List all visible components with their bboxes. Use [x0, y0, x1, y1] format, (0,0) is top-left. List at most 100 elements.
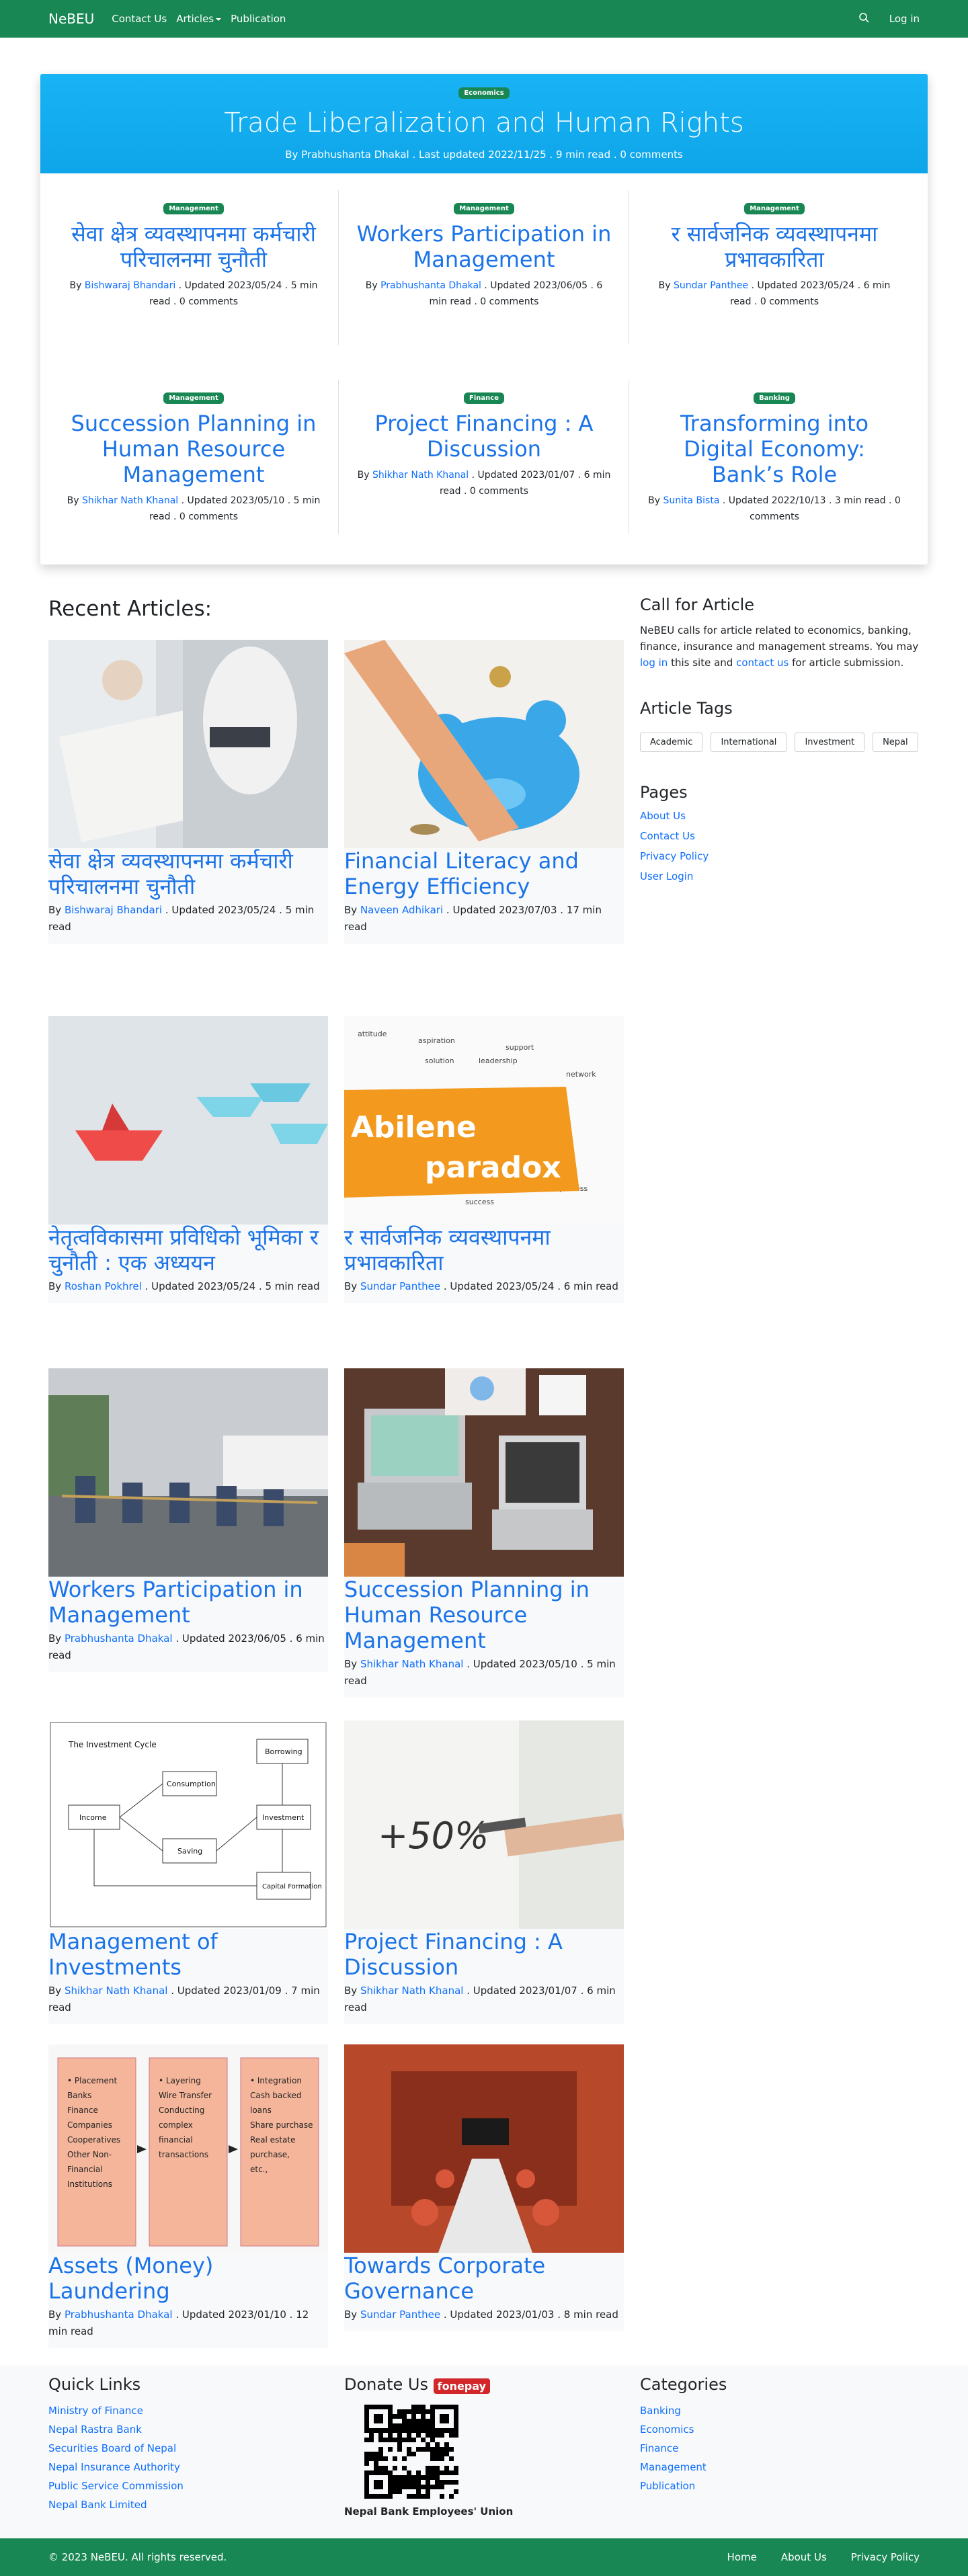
article-image-meeting-room[interactable] [344, 2044, 624, 2253]
bottom-home[interactable]: Home [727, 2551, 757, 2563]
page-contact[interactable]: Contact Us [640, 830, 920, 842]
author-link[interactable]: Prabhushanta Dhakal [65, 2309, 173, 2321]
category-badge[interactable]: Management [163, 203, 224, 214]
category-badge[interactable]: Economics [458, 87, 510, 99]
laundering-chart-text: Finance [67, 2106, 98, 2115]
page-about[interactable]: About Us [640, 810, 920, 822]
login-link[interactable]: Log in [889, 13, 920, 25]
author-link[interactable]: Shikhar Nath Khanal [65, 1985, 168, 1997]
quick-link[interactable]: Public Service Commission [48, 2480, 184, 2492]
author-link[interactable]: Sundar Panthee [360, 1280, 440, 1292]
article-image-abilene-paradox[interactable]: attitude aspiration support solution leaders… [344, 1016, 624, 1224]
bottom-about[interactable]: About Us [781, 2551, 827, 2563]
author-link[interactable]: Sundar Panthee [360, 2309, 440, 2321]
article-title[interactable]: र सार्वजनिक व्यवस्थापनमा प्रभावकारिता [344, 1224, 624, 1276]
category-link[interactable]: Finance [640, 2442, 727, 2454]
article-image-tug-of-war[interactable] [48, 1368, 328, 1577]
featured-title[interactable]: Transforming into Digital Economy: Bank’… [647, 411, 902, 487]
featured-card: Management सेवा क्षेत्र व्यवस्थापनमा कर्म… [48, 173, 339, 363]
login-inline-link[interactable]: log in [640, 657, 668, 669]
article-card[interactable]: Towards Corporate Governance By Sundar P… [344, 2044, 624, 2331]
featured-title[interactable]: Workers Participation in Management [356, 221, 612, 272]
tag-international[interactable]: International [711, 733, 787, 752]
nav-contact[interactable]: Contact Us [112, 13, 167, 25]
tag-academic[interactable]: Academic [640, 733, 703, 752]
laundering-chart-text: Banks [67, 2091, 91, 2100]
article-title[interactable]: नेतृत्वविकासमा प्रविधिको भूमिका र चुनौती… [48, 1224, 328, 1276]
article-title[interactable]: Succession Planning in Human Resource Ma… [344, 1577, 624, 1653]
article-image-laptops[interactable] [344, 1368, 624, 1577]
quick-link[interactable]: Ministry of Finance [48, 2405, 184, 2417]
article-title[interactable]: Management of Investments [48, 1929, 328, 1980]
category-badge[interactable]: Banking [754, 392, 795, 404]
hero-header: Economics Trade Liberalization and Human… [40, 74, 928, 173]
tag-nepal[interactable]: Nepal [873, 733, 918, 752]
article-title[interactable]: Towards Corporate Governance [344, 2253, 624, 2304]
category-badge[interactable]: Finance [464, 392, 504, 404]
quick-link[interactable]: Nepal Rastra Bank [48, 2423, 184, 2436]
donate-section: Donate Us fonepay Nepal Bank Employees' … [344, 2375, 513, 2518]
featured-title[interactable]: Succession Planning in Human Resource Ma… [66, 411, 321, 487]
featured-meta: By Bishwaraj Bhandari . Updated 2023/05/… [69, 280, 318, 307]
article-card[interactable]: • Placement Banks Finance Companies Coop… [48, 2044, 328, 2348]
hero-meta: By Prabhushanta Dhakal . Last updated 20… [285, 149, 683, 161]
author-link[interactable]: Prabhushanta Dhakal [380, 280, 481, 291]
article-card[interactable]: नेतृत्वविकासमा प्रविधिको भूमिका र चुनौती… [48, 1016, 328, 1303]
category-link[interactable]: Management [640, 2461, 727, 2473]
article-image-investment-cycle[interactable]: The Investment Cycle Borrowing Consumption… [48, 1720, 328, 1929]
brand-logo[interactable]: NeBEU [48, 11, 94, 27]
page-privacy[interactable]: Privacy Policy [640, 850, 920, 862]
article-title[interactable]: Financial Literacy and Energy Efficiency [344, 848, 624, 899]
article-title[interactable]: Workers Participation in Management [48, 1577, 328, 1628]
category-link[interactable]: Publication [640, 2480, 727, 2492]
featured-title[interactable]: र सार्वजनिक व्यवस्थापनमा प्रभावकारिता [647, 221, 902, 272]
featured-title[interactable]: सेवा क्षेत्र व्यवस्थापनमा कर्मचारी परिचा… [66, 221, 321, 272]
bottom-privacy[interactable]: Privacy Policy [851, 2551, 920, 2563]
author-link[interactable]: Prabhushanta Dhakal [65, 1632, 173, 1645]
author-link[interactable]: Sunita Bista [663, 495, 720, 506]
featured-cards: Management सेवा क्षेत्र व्यवस्थापनमा कर्म… [40, 173, 928, 552]
category-link[interactable]: Banking [640, 2405, 727, 2417]
quick-link[interactable]: Nepal Bank Limited [48, 2499, 184, 2511]
article-meta: By Prabhushanta Dhakal . Updated 2023/01… [48, 2309, 309, 2337]
article-card[interactable]: attitude aspiration support solution leaders… [344, 1016, 624, 1303]
tag-investment[interactable]: Investment [795, 733, 865, 752]
article-meta: By Naveen Adhikari . Updated 2023/07/03 … [344, 904, 602, 933]
article-title[interactable]: Assets (Money) Laundering [48, 2253, 328, 2304]
hero-title[interactable]: Trade Liberalization and Human Rights [40, 107, 928, 139]
quick-link[interactable]: Nepal Insurance Authority [48, 2461, 184, 2473]
search-icon[interactable] [858, 12, 869, 26]
category-badge[interactable]: Management [744, 203, 805, 214]
author-link[interactable]: Bishwaraj Bhandari [85, 280, 175, 291]
article-image-piggy-bank[interactable] [344, 640, 624, 848]
article-card[interactable]: सेवा क्षेत्र व्यवस्थापनमा कर्मचारी परिचा… [48, 640, 328, 944]
nav-articles-dropdown[interactable]: Articles [176, 13, 222, 25]
author-link[interactable]: Shikhar Nath Khanal [360, 1658, 464, 1670]
author-link[interactable]: Shikhar Nath Khanal [360, 1985, 464, 1997]
category-link[interactable]: Economics [640, 2423, 727, 2436]
author-link[interactable]: Bishwaraj Bhandari [65, 904, 162, 916]
author-link[interactable]: Roshan Pokhrel [65, 1280, 142, 1292]
article-image-whiteboard[interactable]: +50% [344, 1720, 624, 1929]
author-link[interactable]: Shikhar Nath Khanal [82, 495, 178, 506]
article-title[interactable]: Project Financing : A Discussion [344, 1929, 624, 1980]
category-badge[interactable]: Management [454, 203, 514, 214]
article-card[interactable]: Workers Participation in Management By P… [48, 1368, 328, 1672]
article-card[interactable]: The Investment Cycle Borrowing Consumption… [48, 1720, 328, 2024]
article-image-paperwork[interactable] [48, 640, 328, 848]
article-image-laundering-chart[interactable]: • Placement Banks Finance Companies Coop… [48, 2044, 328, 2253]
author-link[interactable]: Sundar Panthee [674, 280, 748, 291]
author-link[interactable]: Naveen Adhikari [360, 904, 443, 916]
featured-title[interactable]: Project Financing : A Discussion [356, 411, 612, 462]
article-card[interactable]: Succession Planning in Human Resource Ma… [344, 1368, 624, 1698]
author-link[interactable]: Shikhar Nath Khanal [372, 470, 469, 481]
article-card[interactable]: Financial Literacy and Energy Efficiency… [344, 640, 624, 944]
contact-inline-link[interactable]: contact us [736, 657, 789, 669]
nav-publication[interactable]: Publication [231, 13, 286, 25]
article-title[interactable]: सेवा क्षेत्र व्यवस्थापनमा कर्मचारी परिचा… [48, 848, 328, 899]
article-card[interactable]: +50% Project Financing : A Discussion By… [344, 1720, 624, 2024]
page-login[interactable]: User Login [640, 870, 920, 882]
category-badge[interactable]: Management [163, 392, 224, 404]
quick-link[interactable]: Securities Board of Nepal [48, 2442, 184, 2454]
article-image-paper-boats[interactable] [48, 1016, 328, 1224]
